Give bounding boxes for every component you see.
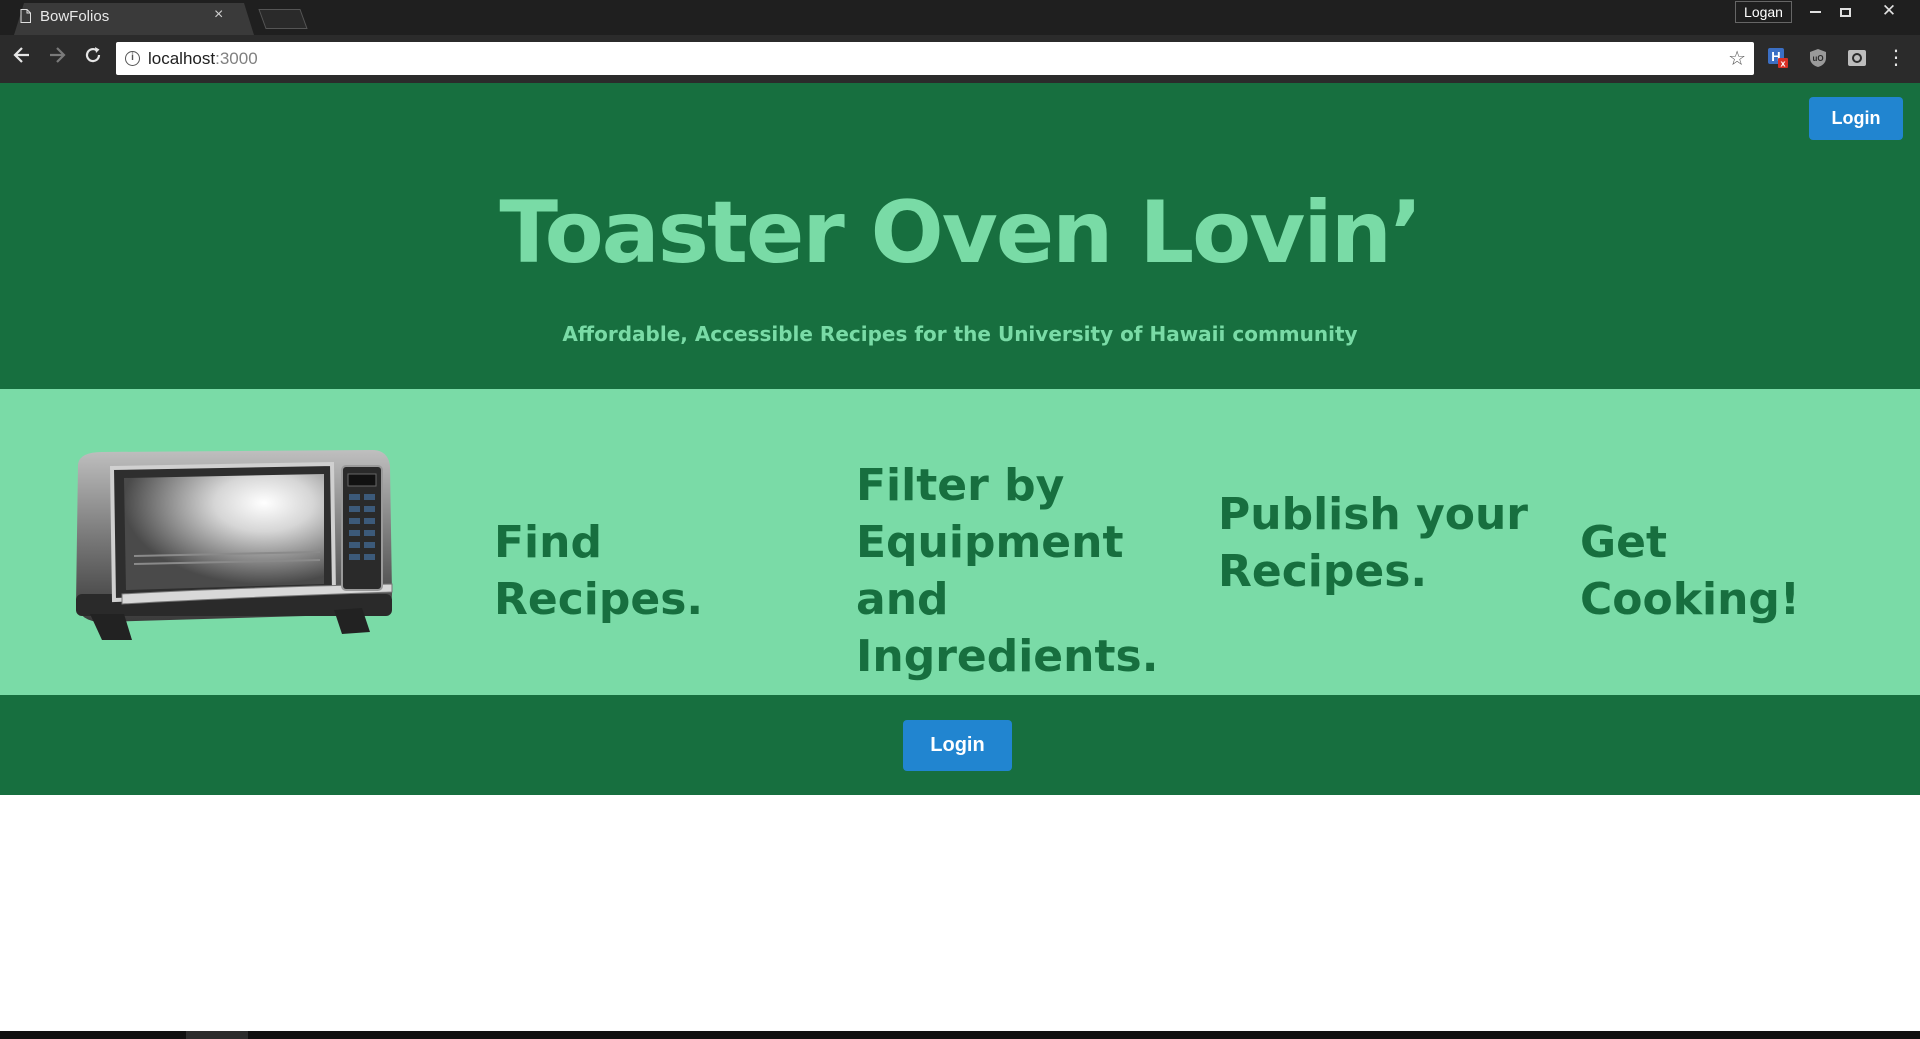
page-title: Toaster Oven Lovin’ [499, 183, 1422, 283]
svg-text:x: x [1780, 59, 1785, 69]
new-tab-button[interactable] [258, 9, 308, 29]
info-icon[interactable]: i [125, 51, 140, 66]
url-host: localhost [148, 49, 216, 68]
page-content: Login Toaster Oven Lovin’ Affordable, Ac… [0, 83, 1920, 1031]
toaster-oven-image [76, 450, 393, 640]
tab-title: BowFolios [40, 8, 110, 25]
back-arrow-icon[interactable] [9, 45, 35, 71]
extension-h-icon[interactable]: H x [1767, 47, 1789, 69]
url-port: :3000 [215, 49, 258, 68]
feature-publish: Publish your Recipes. [1218, 489, 1528, 597]
close-window-button[interactable]: ✕ [1870, 0, 1908, 22]
os-taskbar [0, 1031, 1920, 1039]
features-section: Find Recipes. Filter by Equipment and In… [0, 389, 1920, 695]
menu-dots-icon[interactable]: ⋮ [1886, 45, 1906, 71]
maximize-icon [1839, 7, 1851, 17]
hero-section: Login Toaster Oven Lovin’ Affordable, Ac… [0, 83, 1920, 389]
forward-arrow-icon[interactable] [44, 45, 70, 71]
page-icon [20, 9, 31, 23]
footer-section: Login [0, 695, 1920, 795]
feature-get-cooking: Get Cooking! [1580, 517, 1800, 625]
browser-titlebar: BowFolios × Logan ✕ [0, 0, 1920, 35]
url-text[interactable]: localhost:3000 [148, 49, 258, 69]
star-icon[interactable]: ☆ [1728, 46, 1746, 71]
page-subtitle: Affordable, Accessible Recipes for the U… [562, 322, 1358, 346]
reload-icon[interactable] [80, 45, 106, 71]
footer-login-button[interactable]: Login [903, 720, 1012, 771]
feature-filter: Filter by Equipment and Ingredients. [856, 460, 1159, 682]
profile-button[interactable]: Logan [1735, 1, 1792, 23]
tab-close-icon[interactable]: × [214, 6, 223, 24]
minimize-icon [1809, 11, 1821, 14]
camera-extension-icon[interactable] [1846, 47, 1868, 69]
shield-extension-icon[interactable]: uO [1807, 47, 1829, 69]
feature-find-recipes: Find Recipes. [494, 517, 704, 625]
taskbar-item[interactable] [186, 1031, 248, 1039]
browser-toolbar: i localhost:3000 ☆ H x uO ⋮ [0, 35, 1920, 83]
header-login-button[interactable]: Login [1809, 97, 1903, 140]
address-bar[interactable]: i localhost:3000 ☆ [116, 42, 1754, 75]
svg-text:uO: uO [1812, 54, 1823, 63]
maximize-button[interactable] [1826, 0, 1864, 22]
